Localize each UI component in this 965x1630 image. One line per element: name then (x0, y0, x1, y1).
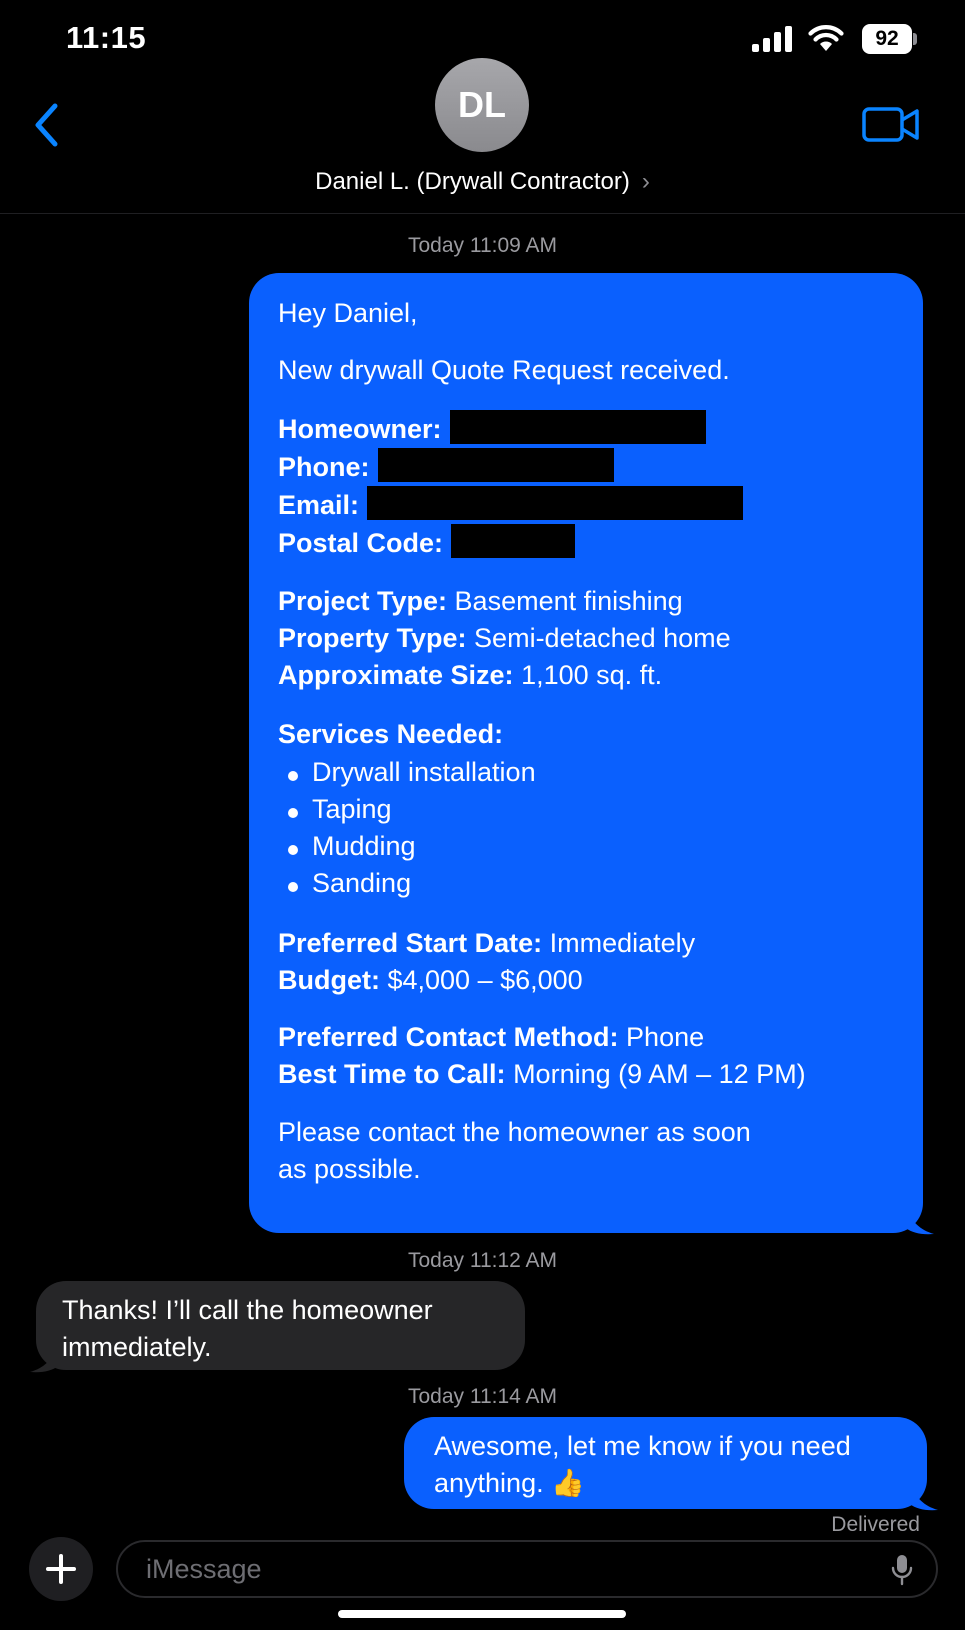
greeting-text: Hey Daniel, (278, 298, 418, 328)
list-item: Drywall installation (278, 754, 894, 791)
wifi-icon (808, 25, 844, 51)
conversation-header: DL Daniel L. (Drywall Contractor) › (0, 56, 965, 214)
start-date-row: Preferred Start Date: Immediately (278, 927, 696, 958)
chevron-right-icon: › (641, 168, 650, 195)
outgoing-message[interactable]: Awesome, let me know if you need anythin… (404, 1417, 927, 1509)
message-input[interactable] (146, 1542, 846, 1596)
redacted-email (367, 486, 744, 520)
contact-avatar[interactable]: DL (435, 58, 529, 152)
property-type-row: Property Type: Semi-detached home (278, 622, 731, 653)
outgoing-message-quote-request[interactable]: Hey Daniel, New drywall Quote Request re… (249, 273, 923, 1233)
video-camera-icon[interactable] (862, 104, 920, 144)
intro-text: New drywall Quote Request received. (278, 355, 730, 386)
battery-level: 92 (875, 27, 899, 50)
status-time: 11:15 (66, 20, 147, 55)
home-indicator[interactable] (338, 1610, 626, 1618)
plus-icon (46, 1554, 76, 1584)
closing-text: Please contact the homeowner as soon (278, 1116, 751, 1147)
message-timestamp: Today 11:12 AM (407, 1249, 558, 1272)
best-time-row: Best Time to Call: Morning (9 AM – 12 PM… (278, 1059, 806, 1090)
redacted-homeowner (449, 409, 706, 444)
services-heading: Services Needed: (278, 719, 504, 750)
microphone-icon[interactable] (890, 1554, 914, 1586)
contact-method-row: Preferred Contact Method: Phone (278, 1022, 705, 1052)
redacted-phone (377, 447, 614, 482)
contact-name-row[interactable]: Daniel L. (Drywall Contractor) › (0, 168, 965, 196)
homeowner-row: Homeowner: (278, 409, 894, 448)
incoming-message[interactable]: Thanks! I’ll call the homeowner immediat… (36, 1281, 525, 1370)
bubble-tail (910, 1484, 938, 1511)
message-timestamp: Today 11:14 AM (407, 1385, 558, 1408)
closing-text: as possible. (278, 1153, 421, 1184)
list-item: Taping (278, 791, 894, 828)
message-timestamp: Today 11:09 AM (407, 234, 558, 257)
list-item: Sanding (278, 865, 894, 902)
approximate-size-row: Approximate Size: 1,100 sq. ft. (278, 660, 663, 690)
signal-icon (752, 26, 792, 52)
battery-icon: 92 (862, 24, 918, 54)
message-input-container[interactable] (116, 1540, 938, 1598)
email-row: Email: (278, 486, 894, 524)
project-type-row: Project Type: Basement finishing (278, 585, 683, 616)
bubble-tail (906, 1208, 934, 1235)
bubble-tail (30, 1346, 58, 1373)
list-item: Mudding (278, 828, 894, 865)
delivered-status: Delivered (831, 1513, 920, 1536)
postal-code-row: Postal Code: (278, 524, 894, 562)
back-chevron-icon[interactable] (30, 100, 66, 150)
services-list: Drywall installation Taping Mudding Sand… (278, 754, 894, 903)
redacted-postal-code (451, 524, 576, 559)
phone-row: Phone: (278, 447, 894, 486)
add-attachment-button[interactable] (29, 1537, 93, 1601)
contact-name[interactable]: Daniel L. (Drywall Contractor) (315, 168, 630, 195)
budget-row: Budget: $4,000 – $6,000 (278, 964, 583, 995)
